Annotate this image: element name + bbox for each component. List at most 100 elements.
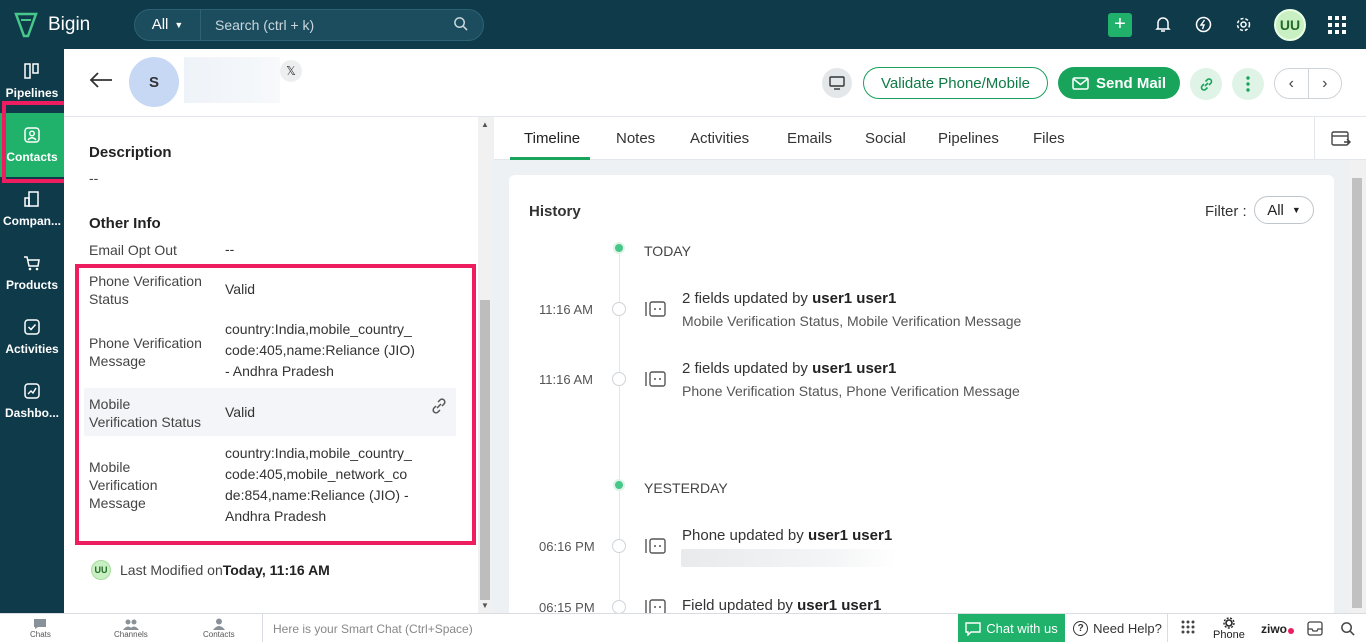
event-detail: Phone Verification Status, Phone Verific…: [682, 383, 1020, 399]
top-bar: Bigin All ▼ Search (ctrl + k) + UU: [0, 0, 1366, 49]
history-title: History: [529, 203, 581, 220]
modifier-avatar: UU: [91, 560, 111, 580]
nav-item-companies[interactable]: Compan...: [0, 177, 64, 241]
gear-icon[interactable]: [1234, 16, 1252, 34]
details-scroll-thumb[interactable]: [480, 300, 490, 600]
tab-activities[interactable]: Activities: [690, 130, 749, 147]
scroll-up-icon[interactable]: ▲: [481, 120, 489, 129]
phone-verification-message-label: Phone Verification Message: [89, 335, 202, 369]
tab-social[interactable]: Social: [865, 130, 906, 147]
tab-pipelines[interactable]: Pipelines: [938, 130, 999, 147]
bottom-bar: Chats Channels Contacts Here is your Sma…: [0, 613, 1366, 642]
search-input[interactable]: Search (ctrl + k): [201, 17, 453, 33]
smart-chat-input[interactable]: Here is your Smart Chat (Ctrl+Space): [262, 614, 958, 642]
upgrade-icon[interactable]: [1194, 16, 1212, 34]
chat-with-us-button[interactable]: Chat with us: [958, 614, 1065, 642]
pipelines-icon: [24, 63, 39, 79]
history-scrollbar[interactable]: [1350, 160, 1364, 613]
app-logo[interactable]: Bigin: [14, 12, 134, 38]
chats-button[interactable]: Chats: [30, 618, 51, 639]
phone-button[interactable]: Phone: [1213, 617, 1245, 641]
event-time: 06:16 PM: [539, 539, 595, 554]
event-detail: Mobile Verification Status, Mobile Verif…: [682, 313, 1022, 329]
field-link-icon[interactable]: [431, 398, 447, 417]
tab-timeline[interactable]: Timeline: [524, 130, 580, 147]
back-arrow-icon[interactable]: [88, 71, 114, 92]
last-modified: UU Last Modified on Today, 11:16 AM: [91, 560, 330, 580]
mail-icon: [1072, 76, 1089, 90]
active-tab-indicator: [510, 157, 590, 160]
x-social-icon[interactable]: 𝕏: [280, 60, 302, 82]
event-title[interactable]: Phone updated by user1 user1: [682, 527, 892, 544]
bigin-logo-icon: [14, 12, 38, 37]
need-help-button[interactable]: ? Need Help?: [1068, 614, 1168, 642]
nav-item-pipelines[interactable]: Pipelines: [0, 49, 64, 113]
user-avatar[interactable]: UU: [1274, 8, 1306, 41]
nav-item-dashboard[interactable]: Dashbo...: [0, 369, 64, 433]
details-scrollbar[interactable]: ▲ ▼: [478, 117, 492, 613]
other-info-title: Other Info: [89, 215, 161, 232]
link-icon[interactable]: [1190, 68, 1222, 100]
apps-grid-icon[interactable]: [1328, 15, 1346, 34]
field-update-icon: [645, 300, 667, 321]
phone-verification-status-value[interactable]: Valid: [225, 279, 255, 300]
tab-emails[interactable]: Emails: [787, 130, 832, 147]
contact-name-redacted: [184, 57, 280, 103]
email-opt-out-value[interactable]: --: [225, 239, 234, 260]
screen-icon[interactable]: [822, 68, 852, 98]
search-icon[interactable]: [453, 16, 483, 34]
next-record-button[interactable]: ›: [1309, 69, 1342, 98]
day-label-yesterday: YESTERDAY: [644, 480, 728, 496]
email-opt-out-label: Email Opt Out: [89, 242, 177, 258]
record-header: S 𝕏 Validate Phone/Mobile Send Mail ‹ ›: [64, 49, 1366, 117]
nav-item-products[interactable]: Products: [0, 241, 64, 305]
phone-verification-message-value[interactable]: country:India,mobile_country_ code:405,n…: [225, 319, 415, 382]
validate-phone-button[interactable]: Validate Phone/Mobile: [863, 67, 1048, 99]
phone-settings-icon: [1223, 617, 1235, 629]
dialpad-icon[interactable]: [1181, 620, 1195, 636]
nav-item-contacts[interactable]: Contacts: [0, 113, 64, 177]
mobile-verification-status-label: Mobile Verification Status: [89, 396, 202, 430]
quick-create-button[interactable]: +: [1108, 12, 1132, 37]
description-value[interactable]: --: [89, 169, 98, 187]
channels-button[interactable]: Channels: [114, 618, 148, 639]
bottom-search-icon[interactable]: [1340, 621, 1355, 636]
filter-label: Filter :: [1205, 203, 1247, 220]
record-tabs: Timeline Notes Activities Emails Social …: [494, 117, 1366, 160]
dashboard-icon: [24, 383, 40, 399]
bell-icon[interactable]: [1154, 16, 1172, 34]
send-mail-button[interactable]: Send Mail: [1058, 67, 1180, 99]
event-title[interactable]: 2 fields updated by user1 user1: [682, 360, 896, 377]
contacts-button[interactable]: Contacts: [203, 618, 235, 639]
mobile-verification-message-value[interactable]: country:India,mobile_country_ code:405,m…: [225, 443, 412, 527]
customize-tabs-icon[interactable]: [1314, 117, 1366, 160]
history-scroll-thumb[interactable]: [1352, 178, 1362, 608]
products-icon: [24, 256, 40, 271]
day-marker: [613, 242, 625, 254]
top-right-tools: + UU: [1108, 0, 1366, 49]
mobile-verification-status-value[interactable]: Valid: [225, 402, 255, 423]
event-time: 11:16 AM: [539, 302, 593, 317]
details-panel: Description -- Other Info Email Opt Out …: [64, 117, 478, 613]
filter-dropdown[interactable]: All ▼: [1254, 196, 1314, 224]
caret-down-icon: ▼: [174, 19, 184, 30]
ziwo-button[interactable]: ziwo: [1261, 622, 1294, 636]
contact-avatar[interactable]: S: [129, 57, 179, 107]
previous-record-button[interactable]: ‹: [1275, 69, 1309, 98]
day-marker: [613, 479, 625, 491]
tab-files[interactable]: Files: [1033, 130, 1065, 147]
scroll-down-icon[interactable]: ▼: [481, 601, 489, 610]
event-title[interactable]: 2 fields updated by user1 user1: [682, 290, 896, 307]
event-time: 11:16 AM: [539, 372, 593, 387]
search-scope-dropdown[interactable]: All ▼: [135, 9, 201, 40]
app-name: Bigin: [48, 13, 91, 35]
description-title: Description: [89, 144, 172, 161]
phone-verification-status-label: Phone Verification Status: [89, 273, 202, 307]
event-title[interactable]: Field updated by user1 user1: [682, 597, 881, 614]
tab-notes[interactable]: Notes: [616, 130, 655, 147]
redacted-value: [681, 549, 896, 567]
event-marker: [612, 302, 626, 316]
notifications-tray-icon[interactable]: [1307, 621, 1323, 636]
nav-item-activities[interactable]: Activities: [0, 305, 64, 369]
more-options-icon[interactable]: [1232, 68, 1264, 100]
